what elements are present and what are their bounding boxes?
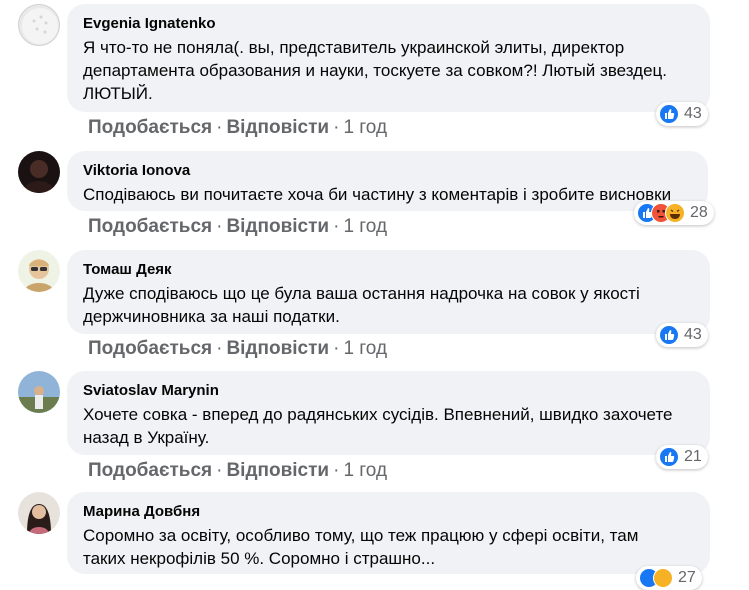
comment-text: Хочете совка - вперед до радянських сусі… [83,405,673,447]
reaction-summary[interactable]: 43 [656,323,708,347]
avatar[interactable] [18,492,60,534]
reply-link[interactable]: Відповісти [226,117,329,138]
comment-actions: Подобається · Відповісти · 1 год [88,338,388,359]
reply-link[interactable]: Відповісти [226,216,329,237]
comment-author[interactable]: Evgenia Ignatenko [83,14,696,34]
laugh-icon [665,203,685,223]
timestamp[interactable]: 1 год [343,338,387,359]
avatar[interactable] [18,250,60,292]
comment-actions: Подобається · Відповісти · 1 год [88,216,388,237]
avatar[interactable] [18,371,60,413]
like-link[interactable]: Подобається [88,338,212,359]
reaction-count: 43 [684,326,702,343]
reaction-summary[interactable]: 21 [656,445,708,469]
like-link[interactable]: Подобається [88,117,212,138]
reaction-count: 43 [684,105,702,122]
comment-text: Дуже сподіваюсь що це була ваша остання … [83,284,640,326]
comment-bubble: Марина Довбня Соромно за освіту, особлив… [67,492,710,574]
timestamp[interactable]: 1 год [343,117,387,138]
comment-author[interactable]: Sviatoslav Marynin [83,381,696,401]
avatar[interactable] [18,151,60,193]
comment-text: Я что-то не поняла(. вы, представитель у… [83,38,667,103]
comment-text: Сподіваюсь ви почитаєте хоча би частину … [83,185,672,204]
like-icon [659,104,679,124]
comment-bubble: Sviatoslav Marynin Хочете совка - вперед… [67,371,710,455]
comment-text: Соромно за освіту, особливо тому, що теж… [83,526,639,568]
reaction-summary[interactable]: 28 [634,201,714,225]
like-link[interactable]: Подобається [88,460,212,481]
reaction-summary[interactable]: 27 [636,566,702,590]
reply-link[interactable]: Відповісти [226,460,329,481]
reaction-summary[interactable]: 43 [656,102,708,126]
timestamp[interactable]: 1 год [343,216,387,237]
comment-author[interactable]: Марина Довбня [83,502,696,522]
timestamp[interactable]: 1 год [343,460,387,481]
reply-link[interactable]: Відповісти [226,338,329,359]
reaction-count: 27 [678,569,696,586]
reaction-count: 28 [690,204,708,221]
comment-author[interactable]: Viktoria Ionova [83,161,694,181]
laugh-icon [653,568,673,588]
avatar[interactable] [18,4,60,46]
like-icon [659,325,679,345]
comment-bubble: Evgenia Ignatenko Я что-то не поняла(. в… [67,4,710,112]
comment-bubble: Томаш Деяк Дуже сподіваюсь що це була ва… [67,250,710,334]
like-link[interactable]: Подобається [88,216,212,237]
comment-bubble: Viktoria Ionova Сподіваюсь ви почитаєте … [67,151,708,211]
comment-actions: Подобається · Відповісти · 1 год [88,460,388,481]
reaction-count: 21 [684,448,702,465]
comment-author[interactable]: Томаш Деяк [83,260,696,280]
like-icon [659,447,679,467]
comment-actions: Подобається · Відповісти · 1 год [88,117,388,138]
